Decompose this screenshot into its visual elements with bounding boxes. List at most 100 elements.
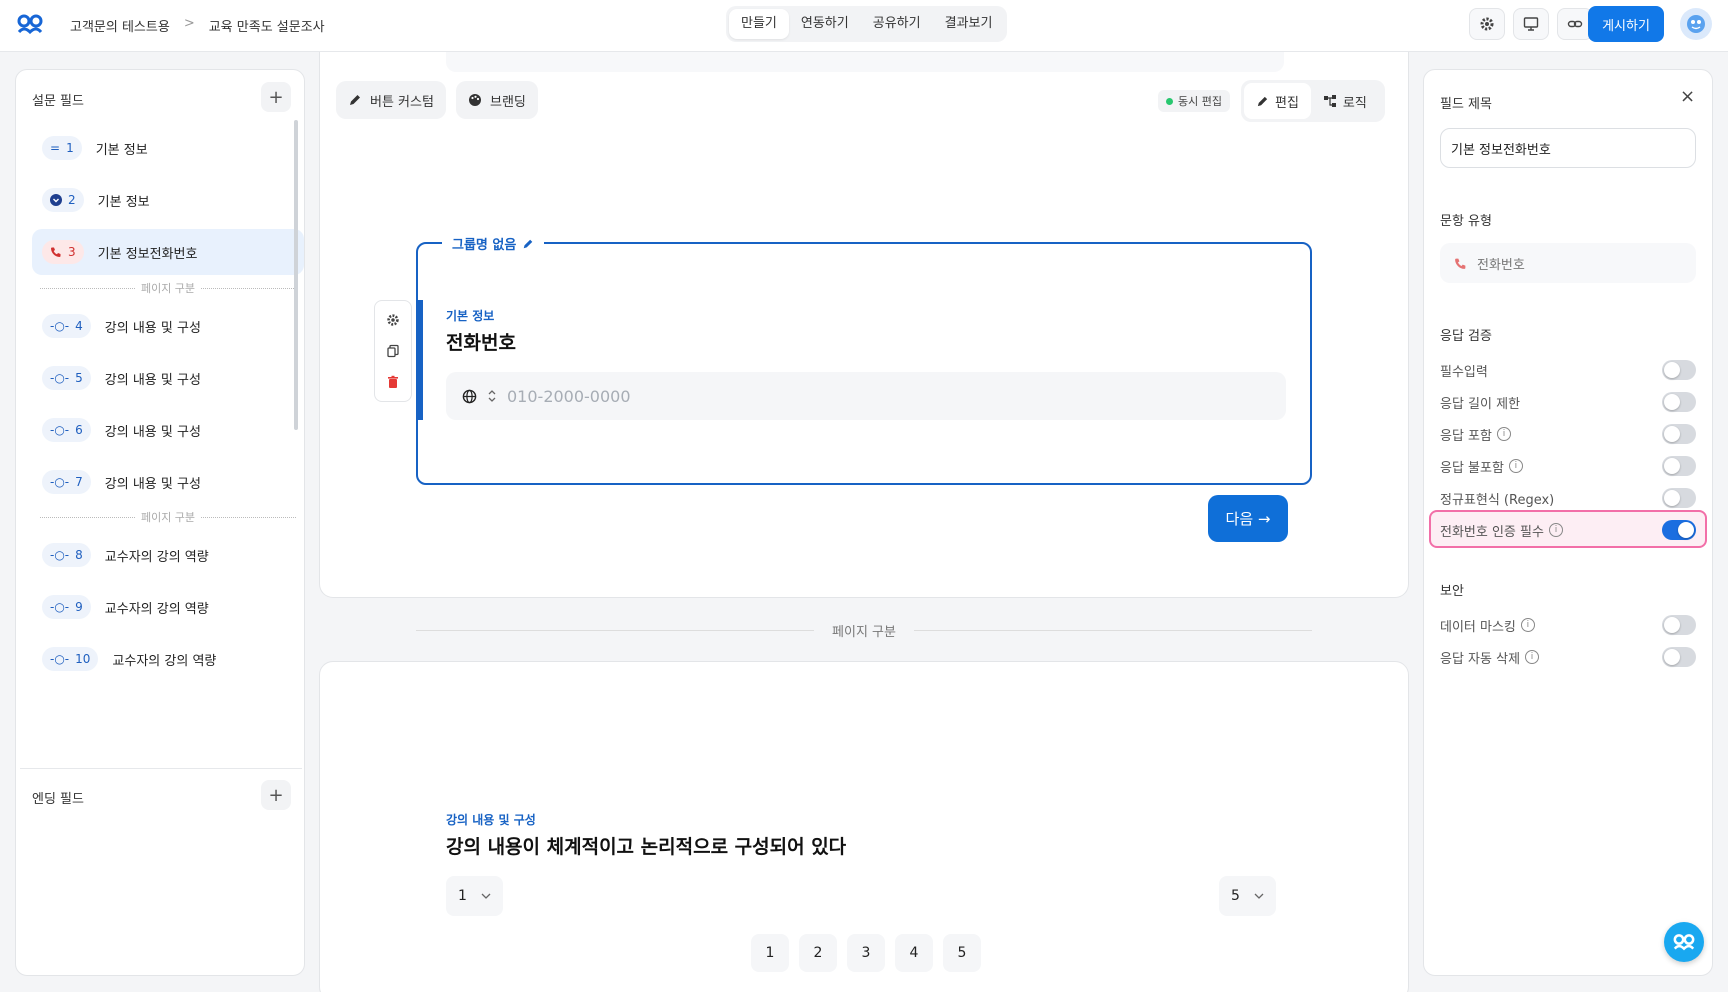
- edit-mode-button[interactable]: 편집: [1244, 83, 1311, 119]
- scale-max-select[interactable]: 5: [1219, 876, 1276, 916]
- length-limit-toggle[interactable]: [1662, 392, 1696, 412]
- toggle-row-contains: 응답 포함 i: [1440, 422, 1696, 446]
- contains-toggle[interactable]: [1662, 424, 1696, 444]
- page-break-divider: 페이지 구분: [40, 511, 297, 524]
- trash-icon[interactable]: [386, 375, 400, 389]
- plus-icon: +: [268, 86, 284, 108]
- scale-slider-icon: -○-: [50, 319, 70, 333]
- scale-slider-icon: -○-: [50, 548, 70, 562]
- field-item-label: 기본 정보전화번호: [97, 246, 198, 262]
- toggle-row-auto-delete: 응답 자동 삭제 i: [1440, 645, 1696, 669]
- question-title[interactable]: 강의 내용이 체계적이고 논리적으로 구성되어 있다: [446, 832, 846, 859]
- excludes-toggle[interactable]: [1662, 456, 1696, 476]
- info-icon[interactable]: i: [1525, 650, 1540, 664]
- field-title-label: 필드 제목: [1440, 97, 1492, 112]
- chevron-updown-icon[interactable]: [487, 389, 497, 403]
- field-item-label: 교수자의 강의 역량: [104, 549, 209, 565]
- scale-slider-icon: -○-: [50, 371, 70, 385]
- field-item-1[interactable]: = 1 기본 정보: [32, 125, 304, 171]
- info-icon[interactable]: i: [1508, 459, 1523, 473]
- tab-create[interactable]: 만들기: [729, 9, 789, 39]
- question-type-label: 문항 유형: [1440, 214, 1492, 229]
- breadcrumb-workspace[interactable]: 고객문의 테스트용: [70, 16, 170, 35]
- question-type-display: 전화번호: [1440, 243, 1696, 283]
- preview-button[interactable]: [1513, 8, 1549, 40]
- field-item-3[interactable]: 3 기본 정보전화번호: [32, 229, 304, 275]
- close-icon[interactable]: ×: [1680, 86, 1695, 107]
- field-item-5[interactable]: -○- 5 강의 내용 및 구성: [32, 355, 304, 401]
- field-item-10[interactable]: -○- 10 교수자의 강의 역량: [32, 636, 304, 682]
- toggle-row-data-masking: 데이터 마스킹 i: [1440, 613, 1696, 637]
- globe-icon[interactable]: [462, 389, 477, 404]
- scale-option-5[interactable]: 5: [943, 934, 981, 972]
- plus-icon: +: [268, 784, 284, 806]
- field-settings-panel: × 필드 제목 기본 정보전화번호 문항 유형 전화번호 응답 검증 필수입력 …: [1423, 69, 1713, 976]
- survey-fields-panel: 설문 필드 + = 1 기본 정보 2 기본 정보 3 기본 정보전화번호 페이지…: [15, 69, 305, 976]
- scale-option-4[interactable]: 4: [895, 934, 933, 972]
- info-icon[interactable]: i: [1520, 618, 1535, 632]
- field-item-label: 강의 내용 및 구성: [104, 372, 201, 388]
- add-field-button[interactable]: +: [261, 82, 291, 112]
- text-lines-icon: =: [50, 141, 61, 155]
- regex-toggle[interactable]: [1662, 488, 1696, 508]
- phone-input[interactable]: 010-2000-0000: [446, 372, 1286, 420]
- app-logo-icon[interactable]: [16, 12, 44, 36]
- tab-integrate[interactable]: 연동하기: [789, 9, 861, 39]
- phone-verification-toggle[interactable]: [1662, 520, 1696, 540]
- phone-placeholder: 010-2000-0000: [507, 386, 631, 406]
- field-item-7[interactable]: -○- 7 강의 내용 및 구성: [32, 459, 304, 505]
- field-item-label: 기본 정보: [97, 194, 150, 210]
- branding-button[interactable]: 브랜딩: [456, 81, 538, 119]
- info-icon[interactable]: i: [1496, 427, 1511, 441]
- scale-slider-icon: -○-: [50, 475, 70, 489]
- dropdown-circle-icon: [50, 194, 62, 206]
- field-title-input[interactable]: 기본 정보전화번호: [1440, 128, 1696, 168]
- required-toggle[interactable]: [1662, 360, 1696, 380]
- avatar[interactable]: [1680, 8, 1712, 40]
- button-custom-button[interactable]: 버튼 커스텀: [336, 81, 446, 119]
- pencil-icon: [524, 239, 533, 248]
- field-item-8[interactable]: -○- 8 교수자의 강의 역량: [32, 532, 304, 578]
- field-item-label: 교수자의 강의 역량: [112, 653, 217, 669]
- scale-min-select[interactable]: 1: [446, 876, 503, 916]
- mode-tabs: 만들기 연동하기 공유하기 결과보기: [726, 6, 1008, 42]
- live-edit-badge: 동시 편집: [1158, 90, 1230, 112]
- logic-mode-button[interactable]: 로직: [1311, 83, 1379, 119]
- data-masking-toggle[interactable]: [1662, 615, 1696, 635]
- question-title[interactable]: 전화번호: [446, 328, 516, 355]
- info-icon[interactable]: i: [1548, 523, 1563, 537]
- panel-divider: [20, 768, 302, 769]
- field-item-9[interactable]: -○- 9 교수자의 강의 역량: [32, 584, 304, 630]
- help-chat-button[interactable]: [1664, 922, 1704, 962]
- previous-question-sliver: [446, 52, 1284, 72]
- field-item-2[interactable]: 2 기본 정보: [32, 177, 304, 223]
- field-item-4[interactable]: -○- 4 강의 내용 및 구성: [32, 303, 304, 349]
- tab-share[interactable]: 공유하기: [861, 9, 933, 39]
- left-panel-scrollbar[interactable]: [294, 120, 298, 430]
- toggle-row-regex: 정규표현식 (Regex): [1440, 486, 1696, 510]
- survey-fields-title: 설문 필드: [32, 94, 84, 109]
- gear-icon: [1480, 17, 1494, 31]
- scale-option-1[interactable]: 1: [751, 934, 789, 972]
- field-item-6[interactable]: -○- 6 강의 내용 및 구성: [32, 407, 304, 453]
- field-item-label: 기본 정보: [95, 142, 148, 158]
- page-break-separator: 페이지 구분: [416, 620, 1312, 640]
- publish-button[interactable]: 게시하기: [1588, 6, 1664, 42]
- settings-button[interactable]: [1469, 8, 1505, 40]
- question-group-frame[interactable]: [416, 242, 1312, 485]
- scale-option-2[interactable]: 2: [799, 934, 837, 972]
- breadcrumb-separator: >: [183, 16, 195, 31]
- security-label: 보안: [1440, 584, 1464, 599]
- tab-results[interactable]: 결과보기: [933, 9, 1005, 39]
- auto-delete-toggle[interactable]: [1662, 647, 1696, 667]
- next-button[interactable]: 다음 →: [1208, 495, 1288, 542]
- scale-option-3[interactable]: 3: [847, 934, 885, 972]
- monitor-icon: [1523, 17, 1539, 31]
- gear-icon[interactable]: [386, 313, 400, 327]
- breadcrumb-survey[interactable]: 교육 만족도 설문조사: [209, 16, 325, 35]
- breadcrumb: 고객문의 테스트용 > 교육 만족도 설문조사: [70, 16, 325, 35]
- duplicate-icon[interactable]: [386, 344, 400, 358]
- group-title[interactable]: 그룹명 없음: [442, 234, 545, 253]
- add-ending-button[interactable]: +: [261, 780, 291, 810]
- online-dot-icon: [1166, 97, 1173, 105]
